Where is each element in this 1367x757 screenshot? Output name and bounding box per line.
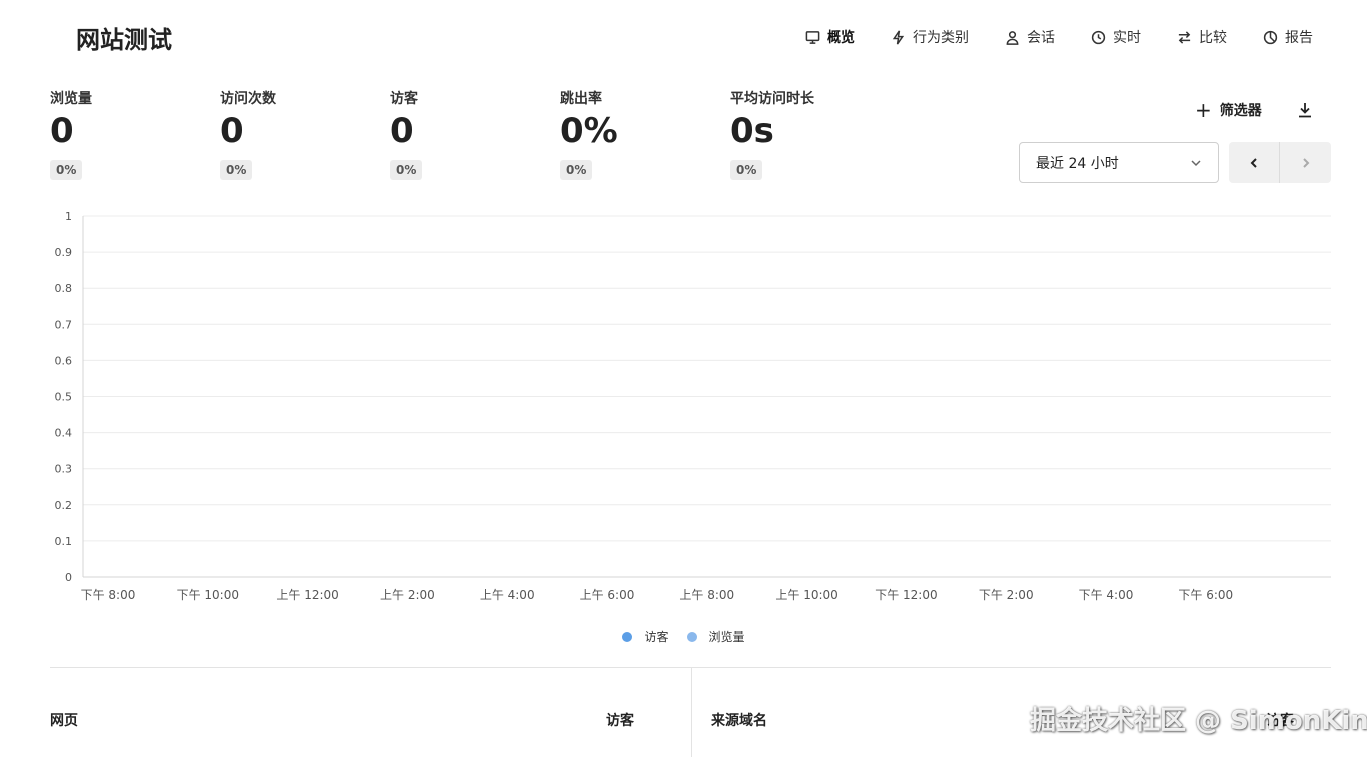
legend-label: 浏览量: [708, 630, 745, 644]
metric-label: 跳出率: [560, 91, 602, 107]
date-range-value: 最近 24 小时: [1036, 155, 1119, 172]
referrer-column-header[interactable]: 来源域名: [711, 710, 767, 730]
legend-label: 访客: [644, 630, 669, 644]
y-tick-label: 0.7: [55, 318, 73, 331]
metric-visitors[interactable]: 访客 0 0%: [390, 88, 560, 180]
tab-sessions-label: 会话: [1027, 30, 1055, 46]
x-tick-label: 上午 6:00: [580, 588, 635, 602]
previous-period-button[interactable]: [1229, 142, 1280, 183]
tab-compare[interactable]: 比较: [1177, 26, 1227, 48]
date-pager: [1229, 142, 1331, 183]
download-icon: [1299, 103, 1311, 118]
tab-realtime-label: 实时: [1113, 30, 1141, 46]
chevron-right-icon: [1302, 157, 1309, 168]
chevron-left-icon: [1250, 157, 1257, 168]
x-tick-label: 下午 4:00: [1079, 588, 1134, 602]
metric-bounce-rate[interactable]: 跳出率 0% 0%: [560, 88, 730, 180]
y-tick-label: 0.1: [55, 535, 73, 548]
x-tick-label: 下午 12:00: [875, 588, 937, 602]
x-tick-label: 下午 2:00: [979, 588, 1034, 602]
metric-value: 0: [220, 111, 244, 151]
metric-change-badge: 0%: [560, 160, 593, 180]
metric-pageviews[interactable]: 浏览量 0 0%: [50, 88, 220, 180]
clock-icon: [1091, 30, 1106, 44]
watermark: 掘金技术社区 @ SimonKing: [1030, 706, 1367, 736]
metric-change-badge: 0%: [50, 160, 83, 180]
filter-button-label: 筛选器: [1219, 103, 1262, 119]
metric-change-badge: 0%: [390, 160, 423, 180]
metric-visits[interactable]: 访问次数 0 0%: [220, 88, 390, 180]
pages-visitors-column-header[interactable]: 访客: [606, 710, 634, 730]
y-tick-label: 0.9: [55, 246, 73, 259]
x-tick-label: 上午 12:00: [276, 588, 338, 602]
x-tick-label: 下午 6:00: [1178, 588, 1233, 602]
metrics-bar: 浏览量 0 0% 访问次数 0 0% 访客 0 0% 跳出率 0% 0% 平均访…: [50, 88, 900, 180]
metric-value: 0: [50, 111, 74, 151]
legend-item-visitors[interactable]: 访客: [622, 628, 669, 645]
pie-chart-icon: [1263, 30, 1278, 44]
next-period-button[interactable]: [1280, 142, 1331, 183]
legend-dot: [686, 631, 697, 642]
tab-overview-label: 概览: [827, 30, 855, 46]
x-tick-label: 上午 4:00: [480, 588, 535, 602]
y-tick-label: 0.6: [55, 354, 73, 367]
user-icon: [1006, 30, 1019, 45]
y-tick-label: 0.5: [55, 391, 73, 404]
y-tick-label: 0.4: [55, 427, 73, 440]
tab-events[interactable]: 行为类别: [891, 26, 969, 48]
metric-value: 0s: [730, 111, 774, 151]
chevron-down-icon: [1190, 157, 1202, 169]
chart-svg: 0 0.1 0.2 0.3 0.4 0.5 0.6 0.7 0.8 0.9 1 下午 8:00 下午 1…: [55, 210, 1331, 602]
swap-icon: [1178, 30, 1191, 44]
tab-realtime[interactable]: 实时: [1091, 26, 1141, 48]
tab-events-label: 行为类别: [913, 30, 969, 46]
tab-compare-label: 比较: [1199, 30, 1227, 46]
filter-button[interactable]: + 筛选器: [1195, 100, 1262, 120]
visits-chart: 0 0.1 0.2 0.3 0.4 0.5 0.6 0.7 0.8 0.9 1 下午 8:00 下午 1…: [0, 200, 1367, 620]
download-button[interactable]: [1296, 101, 1314, 119]
date-range-select[interactable]: 最近 24 小时: [1019, 142, 1219, 183]
y-tick-label: 0.8: [55, 282, 73, 295]
metric-value: 0: [390, 111, 414, 151]
y-tick-label: 0.2: [55, 499, 73, 512]
tab-overview[interactable]: 概览: [805, 26, 855, 48]
chart-legend: 访客 浏览量: [0, 628, 1367, 645]
y-tick-label: 0: [65, 571, 72, 584]
lightning-icon: [892, 30, 905, 44]
x-tick-label: 下午 8:00: [81, 588, 136, 602]
top-nav: 概览 行为类别 会话 实时 比较 报告: [769, 26, 1313, 48]
metric-label: 访问次数: [220, 91, 276, 107]
metric-value: 0%: [560, 111, 618, 151]
y-tick-label: 0.3: [55, 463, 73, 476]
metric-label: 平均访问时长: [730, 91, 814, 107]
monitor-icon: [805, 30, 820, 44]
y-tick-label: 1: [65, 210, 72, 223]
legend-item-pageviews[interactable]: 浏览量: [686, 628, 745, 645]
metric-label: 浏览量: [50, 91, 92, 107]
metric-label: 访客: [390, 91, 418, 107]
metric-change-badge: 0%: [220, 160, 253, 180]
tab-reports[interactable]: 报告: [1263, 26, 1313, 48]
metric-avg-duration[interactable]: 平均访问时长 0s 0%: [730, 88, 900, 180]
tab-reports-label: 报告: [1285, 30, 1313, 46]
x-tick-label: 上午 2:00: [380, 588, 435, 602]
x-tick-label: 上午 8:00: [679, 588, 734, 602]
column-divider: [691, 668, 692, 757]
x-tick-label: 下午 10:00: [177, 588, 239, 602]
metric-change-badge: 0%: [730, 160, 763, 180]
plus-icon: +: [1195, 98, 1212, 122]
x-tick-label: 上午 10:00: [775, 588, 837, 602]
site-title: 网站测试: [76, 26, 172, 54]
pages-column-header[interactable]: 网页: [50, 710, 78, 730]
tab-sessions[interactable]: 会话: [1005, 26, 1055, 48]
legend-dot: [622, 631, 633, 642]
